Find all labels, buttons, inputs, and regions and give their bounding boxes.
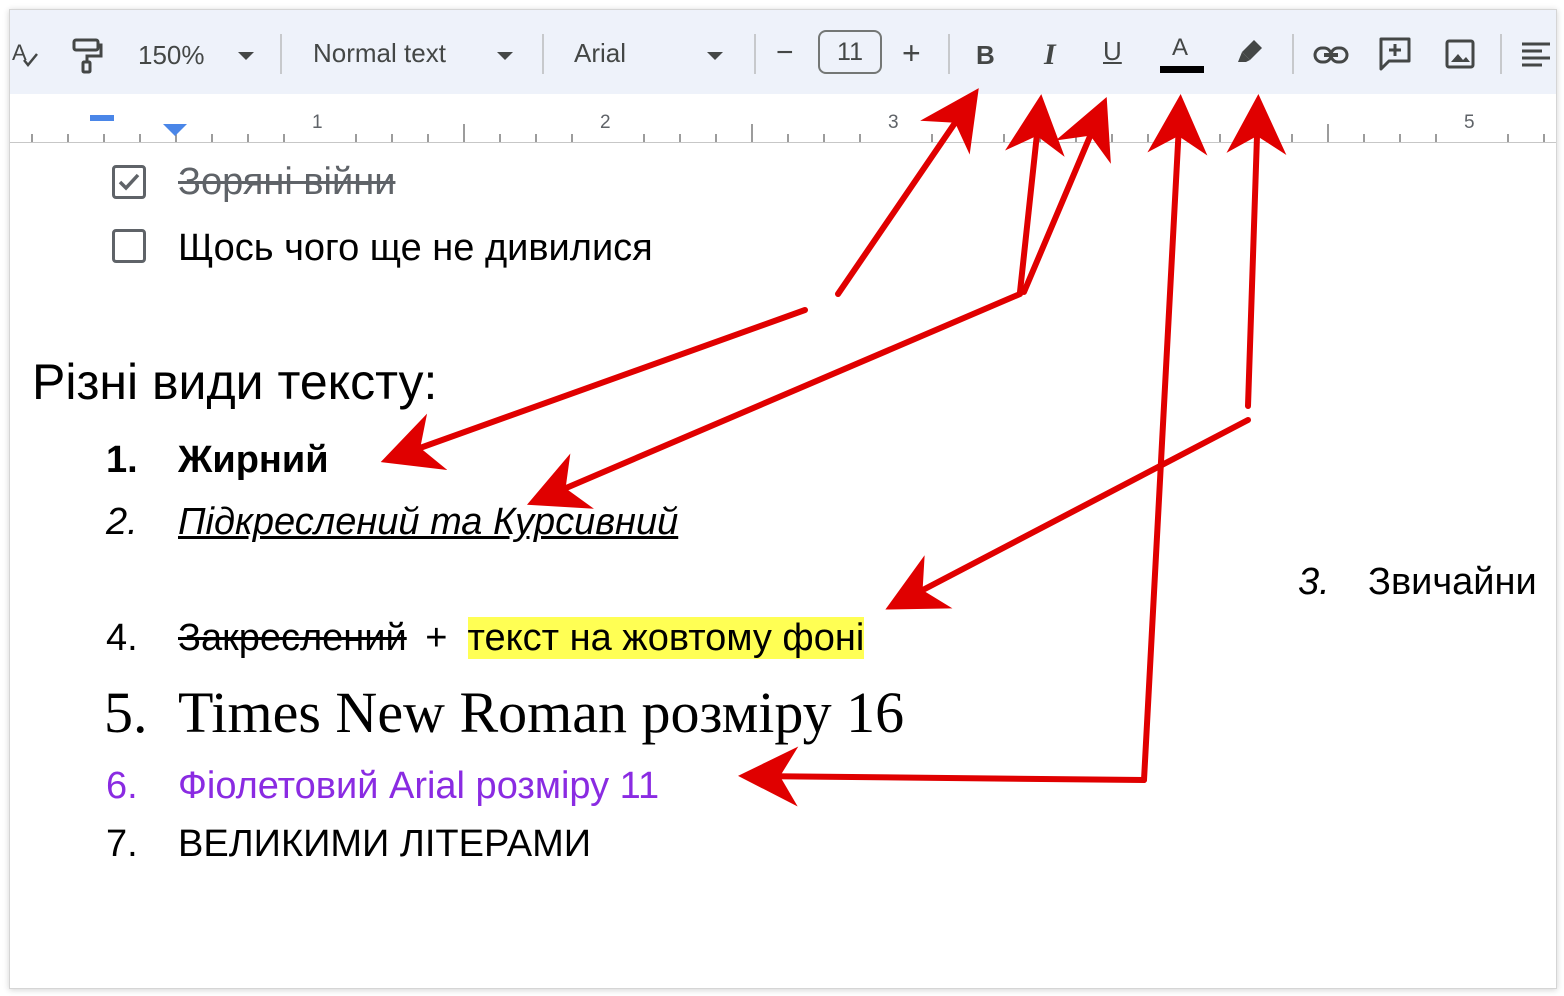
toolbar-divider [1292, 34, 1294, 74]
list-item-times[interactable]: Times New Roman розміру 16 [178, 679, 904, 746]
first-line-indent-marker [90, 115, 114, 121]
font-select[interactable]: Arial [574, 38, 626, 69]
list-number-4: 4. [106, 617, 138, 659]
list-number-3: 3. [1298, 561, 1330, 603]
insert-link-icon[interactable] [1312, 40, 1350, 70]
toolbar-divider [754, 34, 756, 74]
add-comment-icon[interactable] [1378, 36, 1412, 72]
list-item-purple[interactable]: Фіолетовий Arial розміру 11 [178, 765, 659, 808]
toolbar-divider [948, 34, 950, 74]
spellcheck-icon[interactable]: A [10, 38, 42, 70]
toolbar-divider [542, 34, 544, 74]
document-page[interactable]: Зоряні війни Щось чого ще не дивилися Рі… [10, 143, 1556, 988]
align-left-icon[interactable] [1520, 40, 1552, 70]
increase-font-size-button[interactable]: + [902, 35, 921, 72]
list-item-bold[interactable]: Жирний [178, 439, 329, 482]
font-chevron-down-icon[interactable] [707, 52, 723, 60]
font-size-input[interactable]: 11 [818, 30, 882, 74]
ruler[interactable]: 1 2 3 5 [10, 94, 1556, 143]
toolbar-divider [280, 34, 282, 74]
list-item-4[interactable]: Закреслений + текст на жовтому фоні [178, 617, 865, 660]
text-color-swatch [1160, 66, 1204, 73]
highlighted-text: текст на жовтому фоні [467, 617, 865, 659]
bold-button[interactable]: B [976, 40, 995, 71]
ruler-mark-2: 2 [600, 112, 611, 133]
style-chevron-down-icon[interactable] [497, 52, 513, 60]
paint-format-icon[interactable] [70, 36, 104, 74]
checklist-item-1[interactable]: Зоряні війни [178, 161, 395, 204]
list-item-underline-italic[interactable]: Підкреслений та Курсивний [178, 501, 678, 544]
insert-image-icon[interactable] [1444, 38, 1476, 70]
toolbar: A 150% Normal text Arial − 11 + B I U A [10, 10, 1556, 94]
list-number-6: 6. [106, 765, 138, 807]
left-indent-marker [163, 124, 187, 136]
toolbar-divider [1500, 34, 1502, 74]
underline-button[interactable]: U [1103, 36, 1122, 67]
ruler-mark-5: 5 [1464, 112, 1475, 133]
highlight-pen-icon[interactable] [1234, 36, 1266, 70]
docs-window: A 150% Normal text Arial − 11 + B I U A [9, 9, 1557, 989]
plus-text: + [425, 617, 448, 659]
checkbox-checked[interactable] [112, 165, 146, 199]
checklist-item-2[interactable]: Щось чого ще не дивилися [178, 227, 653, 270]
zoom-chevron-down-icon[interactable] [238, 52, 254, 60]
decrease-font-size-button[interactable]: − [776, 36, 794, 70]
ruler-mark-3: 3 [888, 112, 899, 133]
list-number-2: 2. [106, 501, 138, 543]
ruler-mark-1: 1 [312, 112, 323, 133]
paragraph-style-select[interactable]: Normal text [313, 38, 446, 69]
strikethrough-text: Закреслений [178, 617, 407, 659]
zoom-select[interactable]: 150% [138, 40, 205, 71]
italic-button[interactable]: I [1044, 38, 1056, 72]
section-heading[interactable]: Різні види тексту: [32, 353, 437, 411]
ruler-ticks [31, 115, 1545, 142]
checkbox-unchecked[interactable] [112, 229, 146, 263]
list-item-normal[interactable]: Звичайни [1368, 561, 1537, 604]
list-number-5: 5. [104, 680, 148, 745]
list-item-uppercase[interactable]: ВЕЛИКИМИ ЛІТЕРАМИ [178, 823, 591, 866]
list-number-1: 1. [106, 439, 138, 481]
text-color-button[interactable]: A [1172, 34, 1188, 62]
list-number-7: 7. [106, 823, 138, 865]
